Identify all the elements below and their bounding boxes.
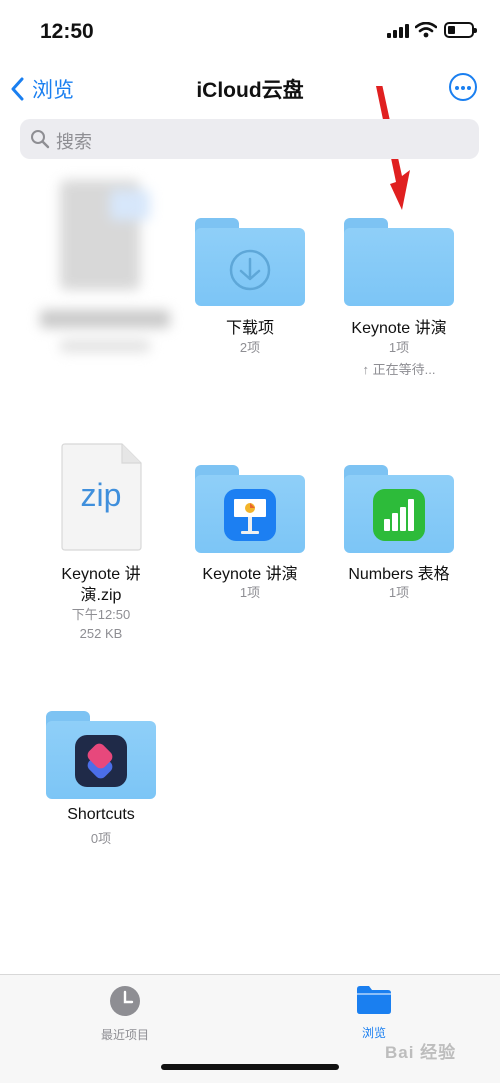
item-name: Shortcuts <box>67 806 135 823</box>
home-indicator[interactable] <box>161 1064 339 1070</box>
search-icon <box>31 130 50 149</box>
folder-icon <box>195 218 305 306</box>
upload-status: ↑ 正在等待... <box>362 362 436 377</box>
clock-icon <box>110 986 140 1016</box>
page-title: iCloud云盘 <box>196 79 304 102</box>
navigation-bar: 浏览 iCloud云盘 <box>0 66 500 112</box>
folder-icon <box>344 218 454 306</box>
item-count: 2项 <box>239 340 261 355</box>
item-time: 下午12:50 <box>71 607 131 622</box>
shortcuts-app-icon <box>75 735 127 787</box>
wifi-icon <box>415 22 437 38</box>
folder-icon <box>344 465 454 553</box>
item-name: 下载项 <box>225 320 274 337</box>
blurred-item[interactable] <box>30 170 180 380</box>
item-count: 1项 <box>388 585 410 600</box>
search-placeholder: 搜索 <box>56 132 92 152</box>
battery-icon <box>444 22 477 38</box>
folder-fill-icon <box>357 986 391 1014</box>
item-count: 1项 <box>388 340 410 355</box>
tab-browse[interactable]: 浏览 <box>314 985 434 1041</box>
item-size: 252 KB <box>79 626 123 641</box>
status-time: 12:50 <box>40 20 94 43</box>
item-count: 0项 <box>90 831 112 846</box>
more-options-button[interactable] <box>449 73 477 101</box>
item-name: Keynote 讲演 <box>351 320 447 337</box>
tab-recents-label: 最近项目 <box>100 1028 149 1042</box>
folder-icon <box>46 711 156 799</box>
watermark: Bai 经验 <box>385 1043 457 1062</box>
numbers-app-icon <box>373 489 425 541</box>
item-name-line2: 演.zip <box>80 587 122 604</box>
download-arrow-icon <box>229 249 271 291</box>
zip-doc-label: zip <box>80 477 122 513</box>
item-name: Numbers 表格 <box>348 566 450 583</box>
item-count: 1项 <box>239 585 261 600</box>
tab-recents[interactable]: 最近项目 <box>65 985 185 1043</box>
folder-icon <box>195 465 305 553</box>
item-name: Keynote 讲演 <box>202 566 298 583</box>
cellular-signal-icon <box>387 24 409 38</box>
keynote-app-icon <box>224 489 276 541</box>
search-field[interactable]: 搜索 <box>20 119 479 159</box>
status-bar: 12:50 <box>0 0 500 60</box>
